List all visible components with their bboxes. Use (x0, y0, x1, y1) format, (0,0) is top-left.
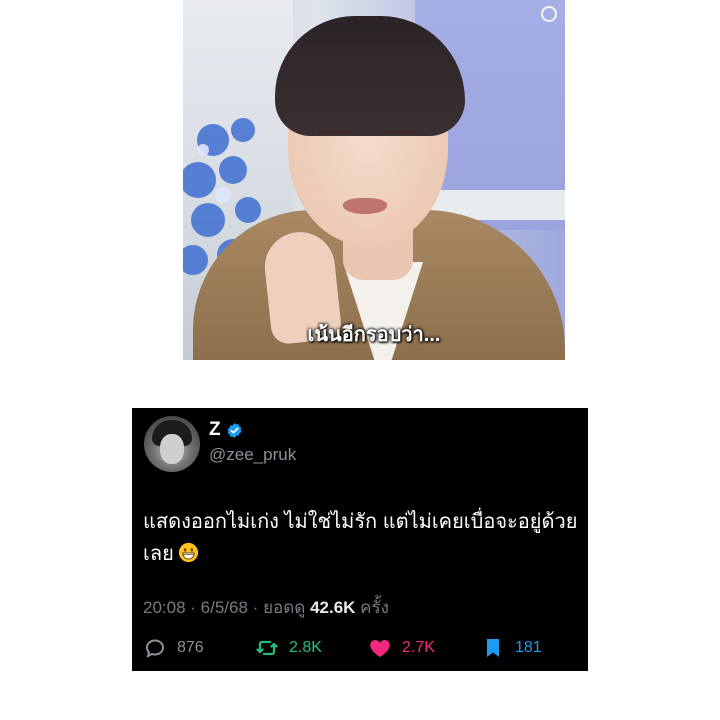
tweet-actions: 876 2.8K 2.7K 181 (143, 636, 583, 660)
views-label: ยอดดู (263, 598, 306, 617)
retweet-icon (256, 640, 278, 656)
reply-count: 876 (177, 639, 204, 656)
tweet-text: แสดงออกไม่เก่ง ไม่ใช่ไม่รัก แต่ไม่เคยเบื… (143, 506, 583, 570)
avatar[interactable] (144, 416, 200, 472)
bookmark-icon (487, 639, 499, 657)
reply-icon (145, 639, 165, 658)
display-name[interactable]: Z (209, 419, 221, 441)
verified-badge-icon (227, 422, 241, 438)
views-suffix: ครั้ง (360, 598, 389, 617)
author-row: Z (209, 419, 243, 441)
like-button[interactable]: 2.7K (368, 636, 435, 660)
video-frame[interactable]: เน้นอีกรอบว่า... (183, 0, 565, 360)
tweet-text-line-2: เลย (143, 538, 583, 570)
tweet-date[interactable]: 6/5/68 (201, 598, 248, 617)
user-handle[interactable]: @zee_pruk (209, 445, 296, 465)
video-subtitle: เน้นอีกรอบว่า... (307, 324, 441, 346)
tweet-text-line-1: แสดงออกไม่เก่ง ไม่ใช่ไม่รัก แต่ไม่เคยเบื… (143, 511, 578, 533)
tweet-meta: 20:08 · 6/5/68 · ยอดดู 42.6K ครั้ง (143, 594, 389, 621)
heart-icon (370, 640, 390, 657)
retweet-count: 2.8K (289, 639, 322, 656)
reply-button[interactable]: 876 (143, 636, 204, 660)
views-count[interactable]: 42.6K (310, 598, 355, 617)
meta-separator: · (252, 598, 264, 617)
meta-separator: · (190, 598, 201, 617)
eye-left (318, 130, 352, 135)
tweet-time[interactable]: 20:08 (143, 598, 186, 617)
tweet-card[interactable]: Z @zee_pruk แสดงออกไม่เก่ง ไม่ใช่ไม่รัก … (132, 408, 588, 671)
eye-right (383, 130, 417, 135)
retweet-button[interactable]: 2.8K (255, 636, 322, 660)
mouth (343, 198, 387, 214)
grinning-face-emoji-icon (178, 542, 198, 563)
bookmark-count: 181 (515, 639, 542, 656)
tweet-text-line-2-text: เลย (143, 543, 174, 565)
circle-icon (541, 6, 557, 22)
like-count: 2.7K (402, 639, 435, 656)
avatar-face (160, 434, 184, 464)
bookmark-button[interactable]: 181 (481, 636, 542, 660)
